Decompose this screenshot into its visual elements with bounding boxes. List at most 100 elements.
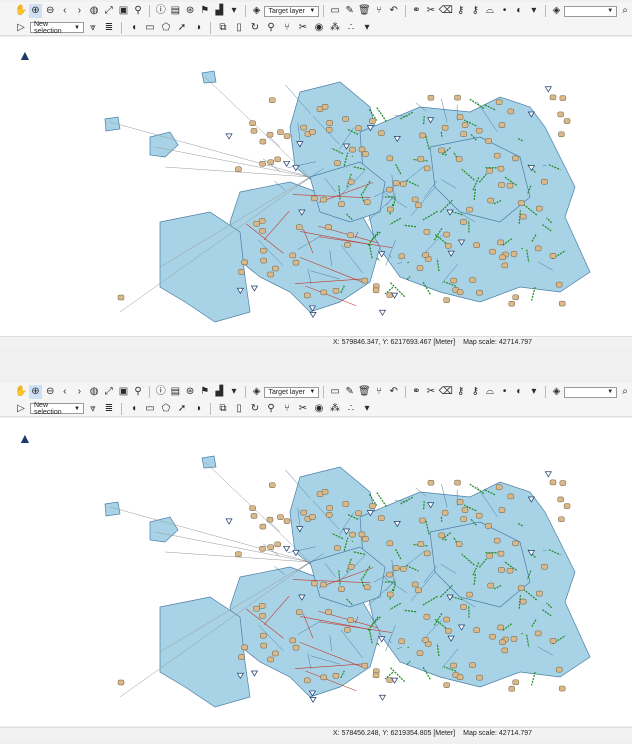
cut-icon[interactable]: ✂ (424, 4, 438, 18)
rotate-icon[interactable]: ↻ (248, 21, 262, 35)
key2-icon[interactable]: ⚷ (468, 385, 482, 399)
zoom-extent-icon[interactable]: ⤢ (102, 4, 116, 18)
delete-icon[interactable]: 🗑 (358, 4, 372, 18)
undo-icon[interactable]: ↶ (387, 385, 401, 399)
forward-icon[interactable]: › (73, 385, 87, 399)
dropdown-icon[interactable]: ▾ (227, 4, 241, 18)
target-layer-select[interactable]: Target layer ▼ (264, 386, 320, 398)
copy-icon[interactable]: ⧉ (216, 402, 230, 416)
eraser-icon[interactable]: ⌫ (439, 4, 453, 18)
graph-icon[interactable]: ⁂ (328, 21, 342, 35)
edit-icon[interactable]: ✎ (343, 4, 357, 18)
polygon-icon[interactable]: ⬠ (159, 21, 173, 35)
delete-icon[interactable]: 🗑 (358, 385, 372, 399)
key-icon[interactable]: ⚷ (454, 4, 468, 18)
filter-select-icon[interactable]: ⩔ (86, 402, 100, 416)
dots-icon[interactable]: • (498, 385, 512, 399)
info-icon[interactable]: ⓘ (154, 385, 168, 399)
split-icon[interactable]: ⑂ (372, 385, 386, 399)
toggle-icon[interactable]: ◐ (512, 4, 526, 18)
layers-icon[interactable]: ◈ (250, 4, 264, 18)
table-icon[interactable]: ▤ (169, 385, 183, 399)
dropdown2-icon[interactable]: ▾ (527, 4, 541, 18)
chart-icon[interactable]: ▟ (213, 4, 227, 18)
search-select[interactable]: ▼ (564, 5, 618, 17)
layers2-icon[interactable]: ◈ (550, 385, 564, 399)
zoom-in-icon[interactable]: ⊕ (28, 385, 43, 399)
select-icon[interactable]: ▣ (117, 385, 131, 399)
search-icon[interactable]: ⌕ (618, 385, 632, 399)
dropdown-icon[interactable]: ▾ (227, 385, 241, 399)
flag-icon[interactable]: ⚑ (198, 385, 212, 399)
zoom-out-icon[interactable]: ⊖ (43, 385, 57, 399)
table-icon[interactable]: ▤ (169, 4, 183, 18)
pan-icon[interactable]: ✋ (14, 385, 28, 399)
circle-icon[interactable]: ◉ (312, 21, 326, 35)
dropdown2-icon[interactable]: ▾ (527, 385, 541, 399)
mouse-icon[interactable]: ◖ (127, 402, 141, 416)
link-icon[interactable]: ⚭ (409, 4, 423, 18)
fork-icon[interactable]: ⑂ (280, 21, 294, 35)
layers-icon[interactable]: ◈ (250, 385, 264, 399)
chart-icon[interactable]: ▟ (213, 385, 227, 399)
selection-mode-select[interactable]: New selection ▼ (30, 21, 84, 35)
lasso-icon[interactable]: ➚ (175, 21, 189, 35)
graph-icon[interactable]: ⁂ (328, 402, 342, 416)
edit-icon[interactable]: ✎ (343, 385, 357, 399)
filter-icon[interactable]: ⚲ (131, 4, 145, 18)
globe-icon[interactable]: ◍ (87, 4, 101, 18)
list-icon[interactable]: ≣ (102, 402, 116, 416)
map-canvas-2[interactable]: ▲ (0, 418, 632, 726)
back-icon[interactable]: ‹ (58, 385, 72, 399)
polygon-icon[interactable]: ⬠ (159, 402, 173, 416)
dropdown3-icon[interactable]: ▾ (360, 21, 374, 35)
key-icon[interactable]: ⚷ (454, 385, 468, 399)
undo-icon[interactable]: ↶ (387, 4, 401, 18)
key2-icon[interactable]: ⚷ (468, 4, 482, 18)
new-icon[interactable]: ▭ (328, 385, 342, 399)
scissors-icon[interactable]: ✂ (296, 21, 310, 35)
select-icon[interactable]: ▣ (117, 4, 131, 18)
pan-icon[interactable]: ✋ (14, 4, 28, 18)
pointer-icon[interactable]: ▷ (14, 402, 28, 416)
map-canvas[interactable]: ▲ (0, 37, 632, 336)
measure-icon[interactable]: ⌓ (483, 4, 497, 18)
back-icon[interactable]: ‹ (58, 4, 72, 18)
target-layer-select[interactable]: Target layer ▼ (264, 5, 320, 17)
circle-icon[interactable]: ◉ (312, 402, 326, 416)
person-icon[interactable]: ⚲ (264, 21, 278, 35)
new-icon[interactable]: ▭ (328, 4, 342, 18)
invert-icon[interactable]: ◑ (191, 21, 205, 35)
zoom-extent-icon[interactable]: ⤢ (102, 385, 116, 399)
eraser-icon[interactable]: ⌫ (439, 385, 453, 399)
info-icon[interactable]: ⓘ (154, 4, 168, 18)
layers2-icon[interactable]: ◈ (550, 4, 564, 18)
search-icon[interactable]: ⌕ (618, 4, 632, 18)
pointer-icon[interactable]: ▷ (14, 21, 28, 35)
list-icon[interactable]: ≣ (102, 21, 116, 35)
mouse-icon[interactable]: ◖ (127, 21, 141, 35)
dropdown3-icon[interactable]: ▾ (360, 402, 374, 416)
dots-icon[interactable]: • (498, 4, 512, 18)
cut-icon[interactable]: ✂ (424, 385, 438, 399)
person-icon[interactable]: ⚲ (264, 402, 278, 416)
split-icon[interactable]: ⑂ (372, 4, 386, 18)
filter-select-icon[interactable]: ⩔ (86, 21, 100, 35)
zoom-out-icon[interactable]: ⊖ (43, 4, 57, 18)
toggle-icon[interactable]: ◐ (512, 385, 526, 399)
rotate-icon[interactable]: ↻ (248, 402, 262, 416)
filter-icon[interactable]: ⚲ (131, 385, 145, 399)
link-icon[interactable]: ⚭ (409, 385, 423, 399)
clipboard-icon[interactable]: ▯ (232, 402, 246, 416)
nodes-icon[interactable]: ∴ (344, 21, 358, 35)
zoom-in-icon[interactable]: ⊕ (28, 4, 43, 18)
clipboard-icon[interactable]: ▯ (232, 21, 246, 35)
grid-globe-icon[interactable]: ⊛ (183, 4, 197, 18)
copy-icon[interactable]: ⧉ (216, 21, 230, 35)
lasso-icon[interactable]: ➚ (175, 402, 189, 416)
nodes-icon[interactable]: ∴ (344, 402, 358, 416)
measure-icon[interactable]: ⌓ (483, 385, 497, 399)
rectangle-icon[interactable]: ▭ (143, 402, 157, 416)
flag-icon[interactable]: ⚑ (198, 4, 212, 18)
fork-icon[interactable]: ⑂ (280, 402, 294, 416)
